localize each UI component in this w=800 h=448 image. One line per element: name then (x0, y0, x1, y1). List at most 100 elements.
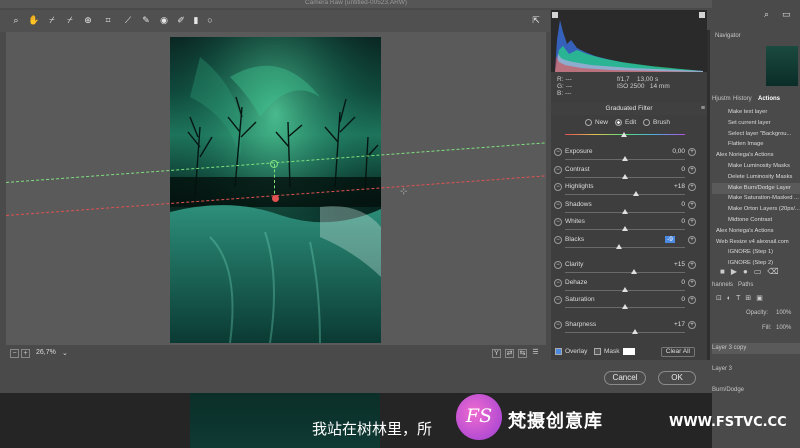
clear-all-button[interactable]: Clear All (660, 347, 695, 357)
channels-tab[interactable]: hannels (712, 282, 733, 288)
straighten-tool-icon[interactable]: ⟋ (122, 14, 134, 26)
action-item[interactable]: Set current layer (712, 118, 800, 129)
plus-icon[interactable]: + (688, 166, 696, 174)
fill-value[interactable]: 100% (776, 325, 791, 331)
hand-tool-icon[interactable]: ✋ (28, 14, 40, 26)
slider-thumb[interactable] (622, 287, 628, 292)
mode-edit-radio[interactable] (615, 119, 622, 126)
minus-icon[interactable]: − (554, 148, 562, 156)
hue-thumb[interactable] (621, 132, 627, 137)
slider-track[interactable] (565, 194, 685, 195)
ok-button[interactable]: OK (658, 371, 696, 385)
minus-icon[interactable]: − (554, 236, 562, 244)
view-mode-icon[interactable]: Y (492, 349, 501, 358)
minus-icon[interactable]: − (554, 321, 562, 329)
layer-filter-icons[interactable]: ⊡◐T⊞▣ (716, 294, 798, 304)
mode-brush-radio[interactable] (643, 119, 650, 126)
graduated-filter-tool-icon[interactable]: ▮ (190, 14, 202, 26)
zoom-dropdown-icon[interactable]: ⌄ (62, 349, 68, 357)
plus-icon[interactable]: + (688, 218, 696, 226)
swap-icon[interactable]: ⇆ (518, 349, 527, 358)
slider-value[interactable]: 0 (655, 218, 685, 225)
plus-icon[interactable]: + (688, 148, 696, 156)
panel-scrollbar[interactable] (707, 30, 710, 360)
slider-thumb[interactable] (622, 156, 628, 161)
action-item[interactable]: Make text layer (712, 107, 800, 118)
slider-thumb[interactable] (622, 209, 628, 214)
plus-icon[interactable]: + (688, 321, 696, 329)
action-item[interactable]: Delete Luminosity Masks (712, 172, 800, 183)
plus-icon[interactable]: + (688, 183, 696, 191)
adjustments-tab[interactable]: Hjustm (712, 96, 731, 102)
minus-icon[interactable]: − (554, 166, 562, 174)
red-eye-tool-icon[interactable]: ◉ (158, 14, 170, 26)
slider-thumb[interactable] (616, 244, 622, 249)
crop-tool-icon[interactable]: ⌗ (102, 14, 114, 26)
action-item[interactable]: Alex Noriega's Actions (712, 150, 800, 161)
action-item[interactable]: Midtone Contrast (712, 215, 800, 226)
radial-filter-tool-icon[interactable]: ○ (204, 14, 216, 26)
slider-track[interactable] (565, 247, 685, 248)
slider-thumb[interactable] (632, 329, 639, 334)
navigator-tab[interactable]: Navigator (715, 33, 741, 39)
plus-icon[interactable]: + (688, 296, 696, 304)
search-icon[interactable]: ⌕ (764, 9, 769, 20)
plus-icon[interactable]: + (688, 236, 696, 244)
workspace-icon[interactable]: ▭ (782, 9, 791, 20)
slider-value[interactable]: +18 (655, 183, 685, 190)
white-balance-tool-icon[interactable]: ⌿ (46, 14, 58, 26)
filter-start-pin[interactable] (270, 160, 278, 168)
slider-value[interactable]: +15 (655, 261, 685, 268)
settings-icon[interactable]: ☰ (531, 349, 540, 358)
slider-track[interactable] (565, 332, 685, 333)
slider-value[interactable]: 0 (655, 201, 685, 208)
action-item[interactable]: Make Saturation-Masked ... (712, 193, 800, 204)
layer-name[interactable]: Burn/Dodge (712, 387, 744, 393)
slider-value[interactable]: +17 (655, 321, 685, 328)
action-item[interactable]: Make Burn/Dodge Layer (712, 182, 800, 194)
adjustment-brush-tool-icon[interactable]: ✐ (175, 14, 187, 26)
minus-icon[interactable]: − (554, 261, 562, 269)
minus-icon[interactable]: − (554, 296, 562, 304)
plus-icon[interactable]: + (688, 201, 696, 209)
targeted-adjustment-tool-icon[interactable]: ⊕ (82, 14, 94, 26)
minus-icon[interactable]: − (554, 279, 562, 287)
actions-tab[interactable]: Actions (758, 96, 780, 102)
slider-value[interactable]: 0 (655, 279, 685, 286)
mode-new-radio[interactable] (585, 119, 592, 126)
history-tab[interactable]: History (733, 96, 752, 102)
slider-value[interactable]: -9 (665, 236, 675, 243)
action-item[interactable]: Select layer "Backgrou... (712, 129, 800, 140)
zoom-level[interactable]: 26,7% (36, 349, 56, 356)
layer-name[interactable]: Layer 3 copy (712, 345, 746, 351)
filter-end-pin[interactable] (272, 195, 279, 202)
slider-thumb[interactable] (632, 191, 639, 196)
navigator-thumbnail[interactable] (766, 46, 798, 86)
color-sampler-tool-icon[interactable]: ⌿ (64, 14, 76, 26)
mask-checkbox[interactable] (594, 348, 601, 355)
actions-controls[interactable]: ■▶●▭⌫ (720, 267, 798, 276)
slider-thumb[interactable] (622, 174, 628, 179)
action-item[interactable]: Web Resize v4 alexnail.com (712, 237, 800, 248)
slider-thumb[interactable] (622, 226, 628, 231)
action-item[interactable]: Make Orton Layers (20px/... (712, 204, 800, 215)
fullscreen-icon[interactable]: ⇱ (530, 14, 542, 26)
plus-icon[interactable]: + (688, 261, 696, 269)
overlay-checkbox[interactable] (555, 348, 562, 355)
zoom-tool-icon[interactable]: ⌕ (10, 14, 22, 26)
minus-icon[interactable]: − (554, 183, 562, 191)
slider-track[interactable] (565, 272, 685, 273)
slider-thumb[interactable] (631, 269, 637, 274)
slider-value[interactable]: 0 (655, 166, 685, 173)
mask-color-swatch[interactable] (623, 348, 635, 355)
zoom-out-button[interactable]: − (10, 349, 19, 358)
spot-removal-tool-icon[interactable]: ✎ (140, 14, 152, 26)
action-item[interactable]: Flatten Image (712, 139, 800, 150)
panel-menu-icon[interactable]: ≡ (701, 105, 705, 112)
opacity-value[interactable]: 100% (776, 310, 791, 316)
action-item[interactable]: Alex Noriega's Actions (712, 226, 800, 237)
action-item[interactable]: Make Luminosity Masks (712, 161, 800, 172)
plus-icon[interactable]: + (688, 279, 696, 287)
layer-name[interactable]: Layer 3 (712, 366, 732, 372)
zoom-in-button[interactable]: + (21, 349, 30, 358)
